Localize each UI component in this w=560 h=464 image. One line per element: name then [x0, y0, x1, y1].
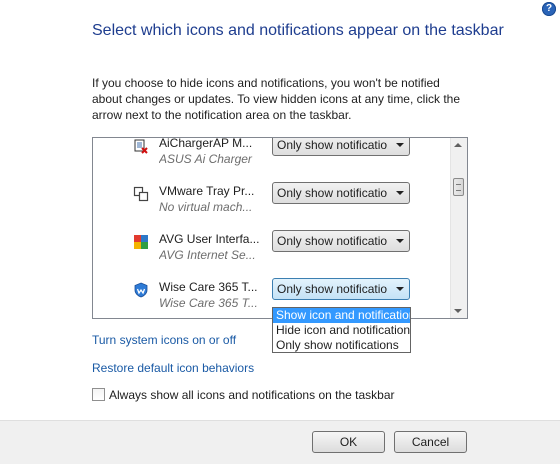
app-name: AiChargerAP M... [159, 137, 253, 150]
dropdown-option-hide[interactable]: Hide icon and notifications [273, 323, 410, 338]
app-name: Wise Care 365 T... [159, 280, 258, 294]
ok-button[interactable]: OK [312, 431, 385, 453]
app-subtitle: No virtual mach... [159, 200, 253, 214]
always-show-checkbox[interactable] [92, 388, 105, 401]
scroll-down-icon[interactable] [454, 309, 462, 313]
notification-icons-list[interactable]: AiChargerAP M... ASUS Ai Charger Only sh… [92, 137, 468, 319]
dropdown-option-notifications-only[interactable]: Only show notifications [273, 338, 410, 353]
list-item: AiChargerAP M... ASUS Ai Charger Only sh… [93, 137, 453, 182]
page-title: Select which icons and notifications app… [92, 22, 504, 39]
behavior-select-value: Only show notificatio [277, 234, 388, 248]
behavior-select-value: Only show notificatio [277, 282, 388, 296]
chevron-down-icon [396, 143, 404, 147]
app-subtitle: AVG Internet Se... [159, 248, 256, 262]
chevron-down-icon [396, 287, 404, 291]
chevron-down-icon [396, 191, 404, 195]
behavior-select-value: Only show notificatio [277, 186, 388, 200]
behavior-select[interactable]: Only show notificatio [272, 182, 410, 204]
scroll-up-icon[interactable] [454, 143, 462, 147]
restore-defaults-link[interactable]: Restore default icon behaviors [92, 361, 254, 375]
cancel-button[interactable]: Cancel [394, 431, 467, 453]
app-name: AVG User Interfa... [159, 232, 260, 246]
dialog-footer: OK Cancel [0, 420, 560, 464]
system-icons-link[interactable]: Turn system icons on or off [92, 333, 236, 347]
behavior-select[interactable]: Only show notificatio [272, 230, 410, 252]
list-item: VMware Tray Pr... No virtual mach... Onl… [93, 182, 453, 230]
list-scrollbar[interactable] [450, 138, 467, 318]
charger-icon [133, 138, 149, 154]
wise-care-icon [133, 282, 149, 298]
behavior-select[interactable]: Only show notificatio [272, 138, 410, 156]
behavior-select-value: Only show notificatio [277, 138, 388, 152]
app-name: VMware Tray Pr... [159, 184, 255, 198]
page-description: If you choose to hide icons and notifica… [92, 76, 460, 122]
always-show-label[interactable]: Always show all icons and notifications … [109, 388, 395, 402]
behavior-dropdown-menu[interactable]: Show icon and notifications Hide icon an… [272, 307, 411, 353]
help-button[interactable]: ? [542, 2, 556, 16]
behavior-select[interactable]: Only show notificatio [272, 278, 410, 300]
list-item: AVG User Interfa... AVG Internet Se... O… [93, 230, 453, 278]
dropdown-option-show[interactable]: Show icon and notifications [273, 308, 410, 323]
scroll-thumb[interactable] [453, 178, 464, 196]
vmware-icon [133, 186, 149, 202]
app-subtitle: Wise Care 365 T... [159, 296, 258, 310]
avg-icon [133, 234, 149, 250]
chevron-down-icon [396, 239, 404, 243]
app-subtitle: ASUS Ai Charger [159, 152, 252, 166]
